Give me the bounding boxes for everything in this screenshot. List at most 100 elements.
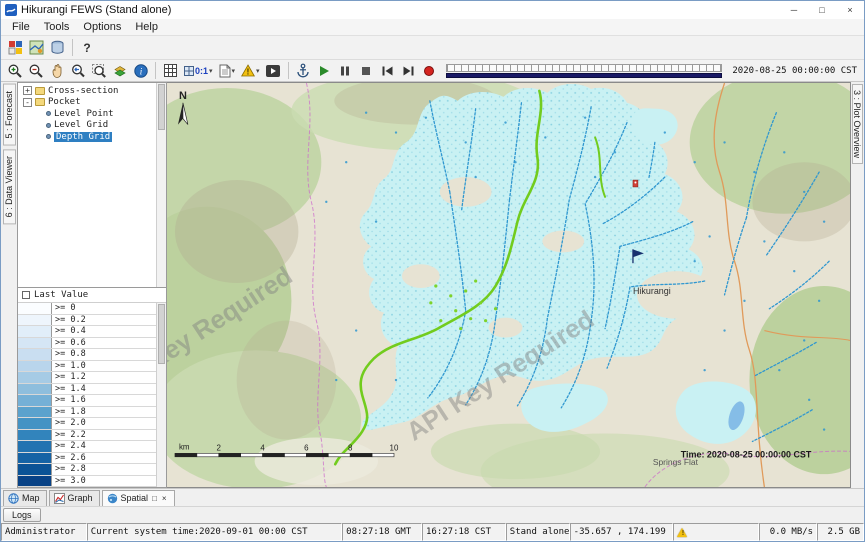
timeline-period-bar [446, 73, 723, 78]
legend-color-swatch [18, 326, 52, 337]
tree-item[interactable]: Depth Grid [20, 131, 166, 143]
legend-threshold-label: >= 2.8 [52, 464, 86, 475]
main-toolbar: ? [1, 36, 864, 60]
legend-row: >= 1.2 [18, 372, 156, 384]
panel-maximize-icon[interactable]: □ [151, 494, 158, 503]
tab-graph[interactable]: Graph [49, 490, 100, 506]
legend-color-swatch [18, 338, 52, 349]
status-coordinates: -35.657 , 174.199 [570, 523, 674, 541]
anchor-button[interactable] [293, 61, 314, 80]
tree-node-icon [35, 98, 45, 106]
time-step-selector[interactable]: 0:1 ▾ [181, 61, 216, 80]
chevron-down-icon: ▾ [232, 67, 236, 75]
legend-row: >= 2.8 [18, 464, 156, 476]
legend-threshold-label: >= 2.0 [52, 418, 86, 429]
current-datetime-label: 2020-08-25 00:00:00 CST [728, 66, 861, 76]
tree-item[interactable]: Level Grid [20, 120, 166, 132]
legend-color-swatch [18, 384, 52, 395]
legend-row: >= 1.0 [18, 361, 156, 373]
legend-threshold-label: >= 0 [52, 303, 75, 314]
threshold-warning-selector[interactable]: ! ▾ [238, 61, 263, 80]
time-step-value: 0:1 [195, 66, 208, 76]
maximize-icon[interactable]: □ [808, 1, 836, 19]
app-icon [5, 4, 17, 16]
menu-item[interactable]: Tools [37, 20, 77, 34]
status-gmt-time: 08:27:18 GMT [342, 523, 422, 541]
tree-scrollbar[interactable] [156, 83, 166, 287]
window-title: Hikurangi FEWS (Stand alone) [21, 4, 171, 16]
status-mode: Stand alone [506, 523, 570, 541]
close-icon[interactable]: × [836, 1, 864, 19]
report-selector[interactable]: ▾ [216, 61, 239, 80]
tree-item[interactable]: Level Point [20, 108, 166, 120]
tree-node-icon [46, 134, 51, 139]
info-button[interactable]: i [130, 61, 151, 80]
spatial-icon [107, 493, 118, 504]
zoom-previous-button[interactable] [67, 61, 88, 80]
timeline-track[interactable] [446, 64, 723, 72]
legend-header: Last Value [18, 288, 166, 303]
svg-text:10: 10 [390, 443, 399, 452]
last-value-checkbox[interactable] [22, 291, 30, 299]
timeline-slider[interactable] [446, 64, 723, 78]
tab-map[interactable]: Map [3, 490, 47, 506]
chart-icon [54, 493, 65, 504]
step-back-button[interactable] [377, 61, 398, 80]
play-button[interactable] [314, 61, 335, 80]
legend-color-swatch [18, 418, 52, 429]
database-button[interactable] [47, 38, 68, 57]
tree-expander-icon[interactable]: - [23, 98, 32, 107]
zoom-in-button[interactable] [4, 61, 25, 80]
legend-threshold-label: >= 2.2 [52, 430, 86, 441]
legend-threshold-label: >= 0.8 [52, 349, 86, 360]
pan-button[interactable] [46, 61, 67, 80]
layers-panel: + Cross-section - Pocket Level Point [17, 82, 167, 488]
layer-tree-panel: + Cross-section - Pocket Level Point [18, 83, 166, 288]
status-warning-cell [673, 523, 759, 541]
menu-item[interactable]: Options [76, 20, 128, 34]
tree-item[interactable]: + Cross-section [20, 85, 166, 97]
layers-button[interactable] [109, 61, 130, 80]
legend-scrollbar-thumb[interactable] [158, 304, 165, 364]
legend-threshold-label: >= 0.4 [52, 326, 86, 337]
record-button[interactable] [419, 61, 440, 80]
panel-close-icon[interactable]: × [161, 494, 168, 503]
grid-display-button[interactable] [160, 61, 181, 80]
pause-button[interactable] [335, 61, 356, 80]
legend-color-swatch [18, 407, 52, 418]
legend-row: >= 0.2 [18, 315, 156, 327]
logs-button[interactable]: Logs [3, 508, 41, 522]
left-dock-tab[interactable]: 6 : Data Viewer [3, 149, 16, 224]
legend-scrollbar[interactable] [156, 303, 166, 487]
explorer-display-button[interactable] [5, 38, 26, 57]
tree-item[interactable]: - Pocket [20, 97, 166, 109]
warning-icon[interactable] [677, 528, 687, 537]
legend-color-swatch [18, 372, 52, 383]
map-display-button[interactable] [26, 38, 47, 57]
map-canvas[interactable]: API Key Required API Key Required Hikura… [167, 83, 850, 487]
tab-spatial[interactable]: Spatial □ × [102, 490, 175, 506]
help-button[interactable]: ? [77, 38, 97, 57]
legend-list: >= 0 >= 0.2 >= 0.4 >= 0.6 >= 0.8 [18, 303, 156, 487]
left-dock-tab[interactable]: 5 : Forecast [3, 84, 16, 146]
animation-export-button[interactable] [263, 61, 284, 80]
tab-spatial-label: Spatial [121, 493, 149, 503]
stop-button[interactable] [356, 61, 377, 80]
chevron-down-icon: ▾ [209, 67, 213, 75]
right-dock-tab[interactable]: 3 : Plot Overview [852, 84, 863, 164]
step-forward-button[interactable] [398, 61, 419, 80]
tree-scrollbar-thumb[interactable] [158, 84, 165, 130]
menu-item[interactable]: File [5, 20, 37, 34]
svg-text:6: 6 [304, 443, 309, 452]
tree-expander-icon[interactable]: + [23, 86, 32, 95]
document-icon [219, 64, 231, 78]
tree-node-icon [35, 87, 45, 95]
legend-color-swatch [18, 441, 52, 452]
tree-item-label: Level Grid [54, 120, 108, 130]
zoom-out-button[interactable] [25, 61, 46, 80]
view-tab-bar: Map Graph Spatial □ × [1, 488, 864, 506]
title-bar: Hikurangi FEWS (Stand alone) ─ □ × [1, 1, 864, 19]
zoom-extent-button[interactable] [88, 61, 109, 80]
minimize-icon[interactable]: ─ [780, 1, 808, 19]
menu-item[interactable]: Help [128, 20, 165, 34]
